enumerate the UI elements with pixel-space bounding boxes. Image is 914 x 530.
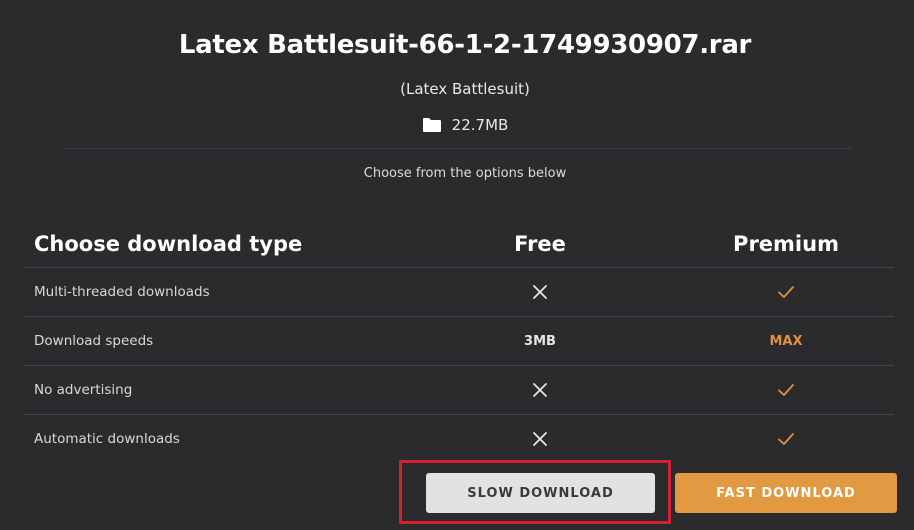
table-row: Automatic downloads [23,414,894,463]
table-header-free: Free [514,231,566,256]
premium-cell [706,268,866,316]
table-header-row: Choose download type Free Premium [23,220,894,267]
file-size-value: 22.7MB [451,116,509,134]
free-speed-value: 3MB [524,333,556,349]
file-size: 22.7MB [0,116,914,134]
download-type-table: Choose download type Free Premium Multi-… [23,220,894,463]
x-icon [531,283,549,301]
table-row: Download speeds 3MB MAX [23,316,894,365]
row-label: Multi-threaded downloads [34,284,210,300]
x-icon [531,430,549,448]
file-subtitle: (Latex Battlesuit) [400,80,530,98]
check-icon [777,381,795,399]
premium-cell [706,366,866,414]
choose-options-text: Choose from the options below [363,166,567,181]
divider [62,148,852,149]
highlight-annotation [399,460,671,524]
table-row: No advertising [23,365,894,414]
row-label: No advertising [34,382,133,398]
free-cell: 3MB [460,317,620,365]
row-label: Automatic downloads [34,431,180,447]
folder-icon [422,117,442,133]
check-icon [777,283,795,301]
table-header-label: Choose download type [34,231,303,256]
x-icon [531,381,549,399]
premium-cell: MAX [706,317,866,365]
table-header-premium: Premium [733,231,839,256]
free-cell [460,366,620,414]
premium-speed-value: MAX [769,333,803,349]
file-title: Latex Battlesuit-66-1-2-1749930907.rar [178,30,752,60]
check-icon [777,430,795,448]
free-cell [460,268,620,316]
row-label: Download speeds [34,333,154,349]
download-page: Latex Battlesuit-66-1-2-1749930907.rar (… [0,0,914,530]
fast-download-button[interactable]: FAST DOWNLOAD [675,473,897,513]
table-row: Multi-threaded downloads [23,267,894,316]
premium-cell [706,415,866,463]
free-cell [460,415,620,463]
